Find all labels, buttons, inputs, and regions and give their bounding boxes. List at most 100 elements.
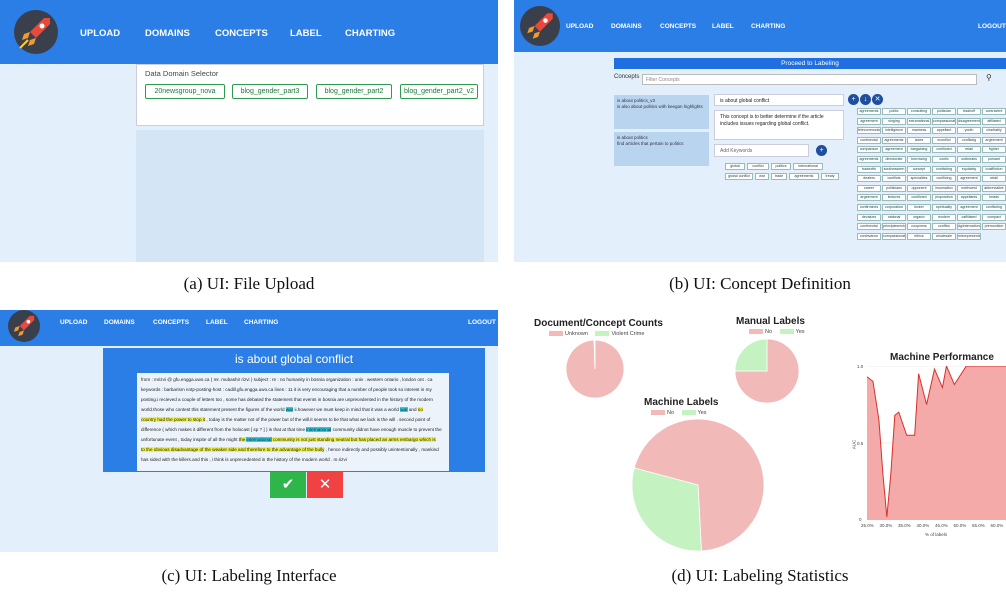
nav-upload[interactable]: UPLOAD [80, 28, 120, 39]
nav-charting[interactable]: CHARTING [244, 319, 278, 326]
suggested-keyword-chip[interactable]: compassionately [882, 232, 906, 240]
suggested-keyword-chip[interactable]: directorate [882, 156, 906, 163]
rocket-logo-icon[interactable] [14, 10, 58, 54]
suggested-keyword-chip[interactable]: misrepresentation [957, 232, 981, 240]
suggested-keyword-chip[interactable]: extranational [907, 117, 931, 125]
keyword-chip[interactable]: treaty [821, 173, 839, 180]
add-keyword-button[interactable]: + [816, 145, 827, 156]
nav-label[interactable]: LABEL [290, 28, 322, 39]
keyword-chip[interactable]: global [725, 163, 745, 170]
nav-concepts[interactable]: CONCEPTS [215, 28, 268, 39]
suggested-keyword-chip[interactable]: compassionate [932, 117, 956, 125]
suggested-keyword-chip[interactable]: northwest [957, 184, 981, 192]
suggested-keyword-chip[interactable]: dealers [857, 175, 881, 183]
suggested-keyword-chip[interactable]: charitably [982, 127, 1006, 135]
nav-charting[interactable]: CHARTING [751, 23, 785, 30]
nav-charting[interactable]: CHARTING [345, 28, 395, 39]
keyword-chip[interactable]: agreements [789, 173, 819, 180]
suggested-keyword-chip[interactable]: disagreement [957, 117, 981, 125]
suggested-keyword-chip[interactable]: agreement [857, 117, 881, 125]
suggested-keyword-chip[interactable]: agreement [957, 175, 981, 183]
nav-concepts[interactable]: CONCEPTS [153, 319, 189, 326]
suggested-keyword-chip[interactable]: comparison [857, 146, 881, 154]
highlighted-keyword[interactable]: international [246, 437, 272, 442]
nav-logout[interactable]: LOGOUT [978, 23, 1006, 30]
pie-slice-yes[interactable] [734, 338, 768, 372]
highlighted-keyword[interactable]: international [306, 427, 332, 432]
suggested-keyword-chip[interactable]: contrivance [857, 232, 881, 240]
suggested-keyword-chip[interactable]: bicker [907, 204, 931, 211]
suggested-keyword-chip[interactable]: affiliated [982, 117, 1006, 125]
rocket-logo-icon[interactable] [520, 6, 560, 46]
suggested-keyword-chip[interactable]: agreements [857, 108, 881, 115]
concept-card[interactable]: is about politics find articles that per… [614, 132, 709, 166]
suggested-keyword-chip[interactable]: conflics [932, 223, 956, 231]
suggested-keyword-chip[interactable]: insomation [932, 184, 956, 192]
keyword-chip[interactable]: politics [771, 163, 791, 170]
suggested-keyword-chip[interactable]: heads [982, 194, 1006, 202]
suggested-keyword-chip[interactable]: politic [882, 108, 906, 115]
nav-label[interactable]: LABEL [206, 319, 228, 326]
suggested-keyword-chip[interactable]: spirituality [932, 204, 956, 211]
keyword-chip[interactable]: war [755, 173, 769, 180]
suggested-keyword-chip[interactable]: confirmines [857, 204, 881, 211]
keyword-chip[interactable]: global conflict [725, 173, 753, 180]
suggested-keyword-chip[interactable]: youth [957, 127, 981, 135]
suggested-keyword-chip[interactable]: bargaining [907, 146, 931, 154]
suggested-keyword-chip[interactable]: lectures [882, 194, 906, 202]
suggested-keyword-chip[interactable]: modem [932, 213, 956, 221]
nav-domains[interactable]: DOMAINS [104, 319, 135, 326]
suggested-keyword-chip[interactable]: agreements [857, 156, 881, 163]
concept-description-input[interactable]: This concept is to better determine if t… [714, 110, 844, 140]
suggested-keyword-chip[interactable]: organic [907, 213, 931, 221]
suggested-keyword-chip[interactable]: southeastern [882, 165, 906, 173]
highlighted-keyword[interactable]: country had the power to stop it [141, 417, 206, 422]
suggested-keyword-chip[interactable]: appellants [957, 194, 981, 202]
suggested-keyword-chip[interactable]: abbreviative [982, 184, 1006, 192]
suggested-keyword-chip[interactable]: madness [907, 127, 931, 135]
domain-button[interactable]: blog_gender_part2 [316, 84, 392, 99]
filter-concepts-input[interactable]: Filter Concepts [642, 74, 977, 85]
suggested-keyword-chip[interactable]: telecommunications [857, 127, 881, 135]
domain-button[interactable]: 20newsgroup_nova [145, 84, 225, 99]
reject-button[interactable]: ✕ [307, 472, 343, 498]
suggested-keyword-chip[interactable]: compact [982, 213, 1006, 221]
keyword-chip[interactable]: conflict [747, 163, 769, 170]
suggested-keyword-chip[interactable]: equitably [957, 165, 981, 173]
delete-concept-button[interactable]: ✕ [872, 94, 883, 105]
keyword-chip[interactable]: trade [771, 173, 787, 180]
highlighted-keyword[interactable]: war [400, 407, 408, 412]
nav-concepts[interactable]: CONCEPTS [660, 23, 696, 30]
domain-button[interactable]: blog_gender_part2_v2 [400, 84, 478, 99]
suggested-keyword-chip[interactable]: confic [932, 156, 956, 163]
suggested-keyword-chip[interactable]: outbreaks [957, 156, 981, 163]
save-concept-button[interactable]: ↓ [860, 94, 871, 105]
suggested-keyword-chip[interactable]: concept [907, 165, 931, 173]
suggested-keyword-chip[interactable]: borrowing [907, 156, 931, 163]
suggested-keyword-chip[interactable]: tradeoff [957, 108, 981, 115]
suggested-keyword-chip[interactable]: principlesreckoning [882, 223, 906, 231]
keyword-chip[interactable]: international [793, 163, 823, 170]
nav-upload[interactable]: UPLOAD [60, 319, 87, 326]
suggested-keyword-chip[interactable]: retail [982, 175, 1006, 183]
rocket-logo-icon[interactable] [8, 310, 40, 342]
suggested-keyword-chip[interactable]: specialties [907, 175, 931, 183]
highlighted-keyword[interactable]: no [417, 407, 423, 412]
suggested-keyword-chip[interactable]: confiicting [932, 165, 956, 173]
highlighted-keyword[interactable]: to the obvious disadvantage of the weake… [141, 447, 325, 452]
accept-button[interactable]: ✔ [270, 472, 306, 498]
nav-logout[interactable]: LOGOUT [468, 319, 496, 326]
concept-card[interactable]: is about politics_v3 is also about polit… [614, 95, 709, 129]
add-keywords-input[interactable]: Add Keywords [714, 144, 809, 157]
suggested-keyword-chip[interactable]: agreement [882, 146, 906, 154]
suggested-keyword-chip[interactable]: conflicting [982, 204, 1006, 211]
suggested-keyword-chip[interactable]: conflicing [932, 175, 956, 183]
suggested-keyword-chip[interactable]: politician [932, 108, 956, 115]
suggested-keyword-chip[interactable]: singing [882, 117, 906, 125]
suggested-keyword-chip[interactable]: argeement [857, 194, 881, 202]
proceed-to-labeling-button[interactable]: Proceed to Labeling [614, 58, 1006, 69]
suggested-keyword-chip[interactable]: agreement [957, 204, 981, 211]
nav-domains[interactable]: DOMAINS [611, 23, 642, 30]
suggested-keyword-chip[interactable]: opponent [907, 184, 931, 192]
suggested-keyword-chip[interactable]: corporation [882, 204, 906, 211]
